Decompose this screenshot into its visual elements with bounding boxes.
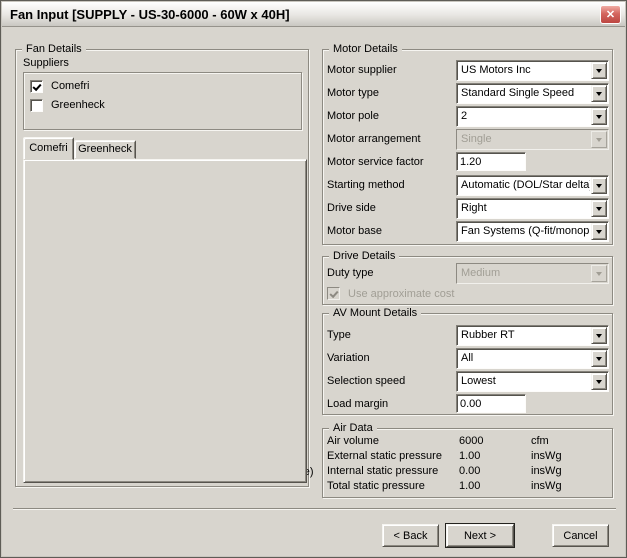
dropdown-arrow-icon[interactable] <box>591 327 607 344</box>
cancel-button-label: Cancel <box>563 530 597 542</box>
next-button[interactable]: Next > <box>446 524 514 547</box>
motor-arrangement-combo: Single <box>456 129 609 150</box>
av-type-value: Rubber RT <box>461 329 590 342</box>
use-approximate-cost-label: Use approximate cost <box>348 288 454 301</box>
duty-type-combo: Medium <box>456 263 609 284</box>
next-button-label: Next > <box>464 530 496 542</box>
tab-greenheck[interactable]: Greenheck <box>74 140 136 159</box>
motor-type-combo[interactable]: Standard Single Speed <box>456 83 609 104</box>
external-static-pressure-value: 1.00 <box>459 450 480 463</box>
greenheck-supplier-checkbox[interactable] <box>30 99 43 112</box>
window-title: Fan Input [SUPPLY - US-30-6000 - 60W x 4… <box>10 7 290 22</box>
motor-base-label: Motor base <box>327 225 382 238</box>
starting-method-value: Automatic (DOL/Star delta) <box>461 179 590 192</box>
dropdown-arrow-icon[interactable] <box>591 62 607 79</box>
selection-speed-value: Lowest <box>461 375 590 388</box>
air-data-group-title: Air Data <box>329 422 377 435</box>
av-mount-details-group-title: AV Mount Details <box>329 307 421 320</box>
selection-speed-label: Selection speed <box>327 375 405 388</box>
total-static-pressure-value: 1.00 <box>459 480 480 493</box>
use-approximate-cost-checkbox <box>327 287 340 300</box>
dropdown-arrow-icon[interactable] <box>591 85 607 102</box>
internal-static-pressure-unit: insWg <box>531 465 562 478</box>
starting-method-combo[interactable]: Automatic (DOL/Star delta) <box>456 175 609 196</box>
drive-side-label: Drive side <box>327 202 376 215</box>
load-margin-label: Load margin <box>327 398 388 411</box>
air-volume-value: 6000 <box>459 435 483 448</box>
dropdown-arrow-icon[interactable] <box>591 373 607 390</box>
tab-greenheck-label: Greenheck <box>78 143 132 158</box>
drive-side-value: Right <box>461 202 590 215</box>
total-static-pressure-unit: insWg <box>531 480 562 493</box>
internal-static-pressure-label: Internal static pressure <box>327 465 438 478</box>
motor-service-factor-input[interactable] <box>456 152 526 171</box>
cancel-button[interactable]: Cancel <box>552 524 609 547</box>
duty-type-label: Duty type <box>327 267 373 280</box>
dropdown-arrow-icon <box>591 131 607 148</box>
dropdown-arrow-icon[interactable] <box>591 350 607 367</box>
title-bar[interactable]: Fan Input [SUPPLY - US-30-6000 - 60W x 4… <box>2 2 625 27</box>
back-button[interactable]: < Back <box>382 524 439 547</box>
starting-method-label: Starting method <box>327 179 405 192</box>
duty-type-value: Medium <box>461 267 590 280</box>
av-type-label: Type <box>327 329 351 342</box>
greenheck-supplier-label: Greenheck <box>51 99 105 112</box>
air-volume-label: Air volume <box>327 435 379 448</box>
load-margin-input[interactable] <box>456 394 526 413</box>
motor-supplier-label: Motor supplier <box>327 64 397 77</box>
motor-type-label: Motor type <box>327 87 379 100</box>
external-static-pressure-label: External static pressure <box>327 450 442 463</box>
back-button-label: < Back <box>394 530 428 542</box>
drive-side-combo[interactable]: Right <box>456 198 609 219</box>
motor-details-group-title: Motor Details <box>329 43 402 56</box>
comefri-supplier-label: Comefri <box>51 80 90 93</box>
dropdown-arrow-icon <box>591 265 607 282</box>
suppliers-label: Suppliers <box>23 57 69 70</box>
tab-comefri-label: Comefri <box>29 142 68 159</box>
external-static-pressure-unit: insWg <box>531 450 562 463</box>
total-static-pressure-label: Total static pressure <box>327 480 425 493</box>
fan-details-group-title: Fan Details <box>22 43 86 56</box>
comefri-tab-panel <box>23 159 307 483</box>
fan-input-dialog: Fan Input [SUPPLY - US-30-6000 - 60W x 4… <box>0 0 627 558</box>
internal-static-pressure-value: 0.00 <box>459 465 480 478</box>
variation-label: Variation <box>327 352 370 365</box>
motor-base-value: Fan Systems (Q-fit/monopla <box>461 225 590 238</box>
motor-supplier-value: US Motors Inc <box>461 64 590 77</box>
drive-details-group-title: Drive Details <box>329 250 399 263</box>
motor-service-factor-label: Motor service factor <box>327 156 424 169</box>
dropdown-arrow-icon[interactable] <box>591 223 607 240</box>
motor-base-combo[interactable]: Fan Systems (Q-fit/monopla <box>456 221 609 242</box>
motor-pole-combo[interactable]: 2 <box>456 106 609 127</box>
dropdown-arrow-icon[interactable] <box>591 108 607 125</box>
motor-arrangement-label: Motor arrangement <box>327 133 421 146</box>
motor-supplier-combo[interactable]: US Motors Inc <box>456 60 609 81</box>
variation-value: All <box>461 352 590 365</box>
dropdown-arrow-icon[interactable] <box>591 177 607 194</box>
tab-comefri[interactable]: Comefri <box>23 137 74 160</box>
motor-pole-label: Motor pole <box>327 110 379 123</box>
bottom-divider <box>13 508 616 510</box>
close-icon: ✕ <box>606 8 615 21</box>
motor-type-value: Standard Single Speed <box>461 87 590 100</box>
close-button[interactable]: ✕ <box>600 5 621 24</box>
air-volume-unit: cfm <box>531 435 549 448</box>
selection-speed-combo[interactable]: Lowest <box>456 371 609 392</box>
av-type-combo[interactable]: Rubber RT <box>456 325 609 346</box>
variation-combo[interactable]: All <box>456 348 609 369</box>
dropdown-arrow-icon[interactable] <box>591 200 607 217</box>
motor-arrangement-value: Single <box>461 133 590 146</box>
comefri-supplier-checkbox[interactable] <box>30 80 43 93</box>
motor-pole-value: 2 <box>461 110 590 123</box>
